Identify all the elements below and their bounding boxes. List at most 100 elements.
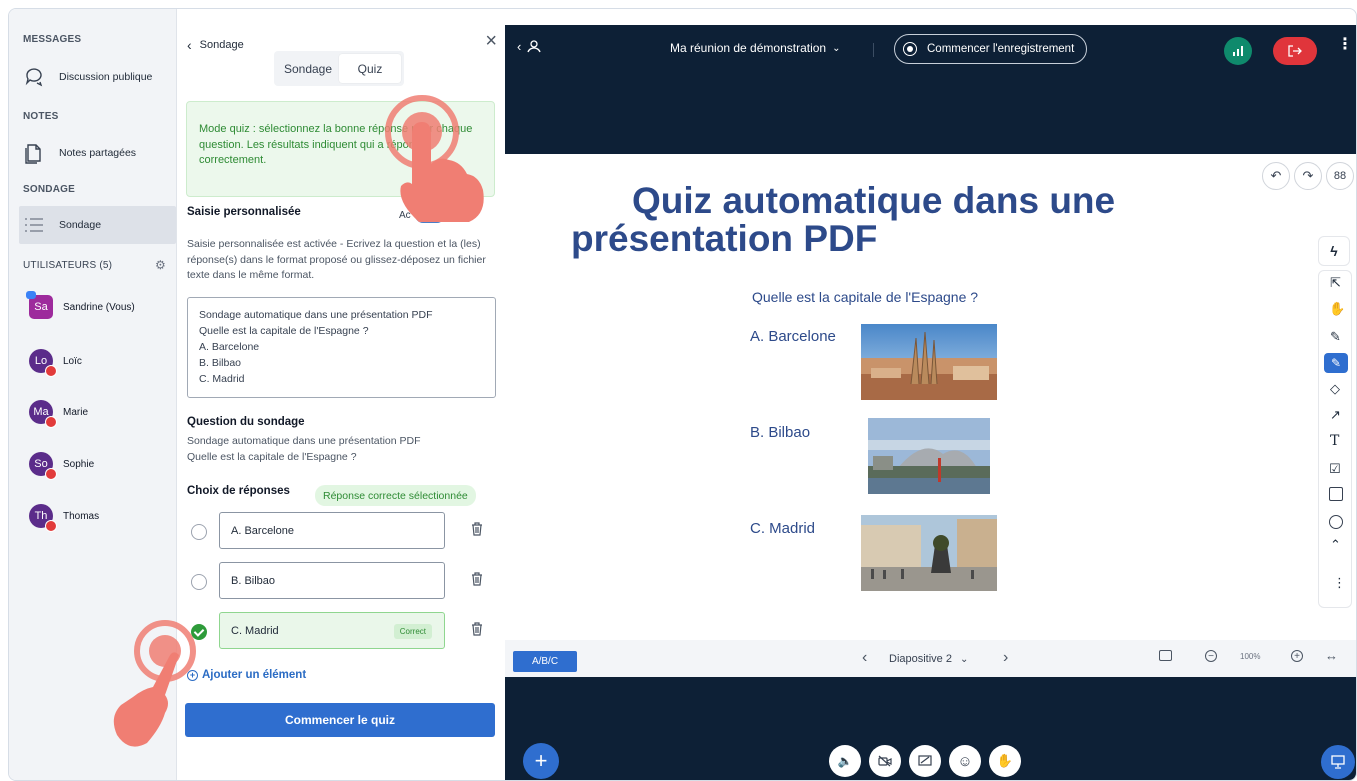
slide-option-c: C. Madrid	[750, 520, 816, 537]
eraser-icon[interactable]: ◇	[1330, 381, 1340, 397]
toggle-switch[interactable]	[414, 207, 445, 223]
record-button[interactable]: Commencer l'enregistrement	[894, 34, 1088, 64]
slide-controls: A/B/C ‹ Diapositive 2 ⌄ › − 100% + ↔	[505, 640, 1356, 677]
option-text: B. Bilbao	[231, 574, 276, 587]
sidebar-item-label: Sondage	[59, 219, 102, 231]
text-tool-icon[interactable]: T	[1330, 433, 1339, 449]
presentation-icon[interactable]	[1321, 745, 1355, 779]
question-line: Quelle est la capitale de l'Espagne ?	[187, 450, 357, 463]
sidebar-item-public-chat[interactable]: Discussion publique	[19, 58, 177, 96]
collapse-tools-icon[interactable]: ϟ	[1318, 236, 1350, 266]
avatar: Ma	[29, 400, 57, 428]
meeting-title-text: Ma réunion de démonstration	[670, 41, 827, 55]
user-name: Sophie	[63, 458, 95, 470]
avatar: Lo	[29, 349, 57, 377]
arrow-icon[interactable]: ↗	[1330, 407, 1341, 423]
option-radio[interactable]	[191, 524, 207, 540]
choices-label: Choix de réponses	[187, 485, 290, 497]
sidebar-item-label: Notes partagées	[59, 147, 137, 159]
emoji-icon[interactable]: ☺	[949, 745, 981, 777]
zoom-out-icon[interactable]: −	[1205, 650, 1217, 662]
mode-segmented-control: Sondage Quiz	[274, 51, 404, 86]
connection-status-icon[interactable]	[1224, 37, 1252, 65]
poll-panel: ‹ Sondage × Sondage Quiz Mode quiz : sél…	[177, 9, 505, 780]
undo-icon[interactable]: ↶	[1262, 162, 1290, 190]
prev-slide-icon[interactable]: ‹	[862, 649, 867, 667]
textarea-line: C. Madrid	[199, 373, 245, 385]
trash-icon[interactable]	[471, 622, 485, 638]
redo-icon[interactable]: ↷	[1294, 162, 1322, 190]
correct-badge: Correct	[393, 624, 432, 639]
custom-input-label: Saisie personnalisée	[187, 206, 301, 218]
question-text: Sondage automatique dans une présentatio…	[187, 434, 497, 465]
pen-icon[interactable]: ✎	[1324, 353, 1348, 373]
slide-title-line: Quiz automatique dans une	[632, 180, 1116, 221]
more-options-icon[interactable]: ⋮	[1337, 37, 1353, 53]
textarea-line: B. Bilbao	[199, 357, 242, 369]
raise-hand-icon[interactable]: ✋	[989, 745, 1021, 777]
more-tools-icon[interactable]: ⋮	[1333, 575, 1346, 591]
user-toggle-icon[interactable]: ‹	[517, 39, 521, 54]
answer-option: C. Madrid Correct	[187, 612, 497, 652]
option-radio-checked[interactable]	[191, 624, 207, 640]
leave-button[interactable]	[1273, 37, 1317, 65]
fit-slide-icon[interactable]	[1159, 650, 1172, 661]
audio-muted-icon[interactable]: 🔈	[829, 745, 861, 777]
user-item-sandrine[interactable]: Sa Sandrine (Vous)	[26, 291, 135, 319]
next-slide-icon[interactable]: ›	[1003, 649, 1008, 667]
start-quiz-button[interactable]: Commencer le quiz	[185, 703, 495, 737]
sidebar-item-shared-notes[interactable]: Notes partagées	[19, 134, 177, 172]
gear-icon[interactable]: ⚙	[155, 258, 166, 272]
actions-plus-button[interactable]: +	[523, 743, 559, 779]
rectangle-icon[interactable]	[1329, 487, 1343, 501]
muted-mic-icon	[45, 468, 57, 480]
textarea-line: A. Barcelone	[199, 341, 260, 353]
slide-selector[interactable]: Diapositive 2 ⌄	[889, 653, 968, 665]
camera-off-icon[interactable]	[869, 745, 901, 777]
user-item-marie[interactable]: Ma Marie	[29, 400, 88, 428]
slide-label: Diapositive 2	[889, 653, 952, 665]
option-input[interactable]: C. Madrid Correct	[219, 612, 445, 649]
add-item-button[interactable]: + Ajouter un élément	[187, 669, 306, 681]
tab-quiz[interactable]: Quiz	[339, 54, 401, 83]
trash-icon[interactable]	[471, 522, 485, 538]
zoom-in-icon[interactable]: +	[1291, 650, 1303, 662]
tab-poll[interactable]: Sondage	[277, 54, 339, 83]
custom-input-toggle[interactable]: Ac	[399, 207, 445, 223]
slide-title: Quiz automatique dans une présentation P…	[571, 182, 1115, 258]
action-bar: + 🔈 ☺ ✋	[505, 725, 1356, 780]
sidebar-item-poll[interactable]: Sondage	[19, 206, 176, 244]
panel-back-button[interactable]: ‹ Sondage	[187, 37, 244, 53]
custom-input-textarea[interactable]: Sondage automatique dans une présentatio…	[187, 297, 496, 398]
fit-width-icon[interactable]: ↔	[1325, 648, 1338, 663]
user-item-loic[interactable]: Lo Loïc	[29, 349, 82, 377]
avatar: Sa	[26, 291, 53, 319]
question-label: Question du sondage	[187, 416, 305, 428]
meeting-topbar: ‹ Ma réunion de démonstration ⌄ Commence…	[505, 25, 1356, 73]
trash-icon[interactable]	[471, 572, 485, 588]
list-icon	[19, 210, 49, 240]
sticky-note-icon[interactable]: ☑	[1329, 461, 1341, 477]
option-input[interactable]: B. Bilbao	[219, 562, 445, 599]
chevron-up-icon[interactable]: ⌃	[1330, 537, 1341, 553]
option-text: A. Barcelone	[231, 524, 294, 537]
divider	[873, 43, 874, 57]
select-icon[interactable]: ⇱	[1330, 275, 1341, 291]
slide-option-a: A. Barcelone	[750, 328, 836, 345]
hand-tool-icon[interactable]: ✋	[1329, 301, 1345, 317]
screen-share-icon[interactable]	[909, 745, 941, 777]
add-item-label: Ajouter un élément	[202, 669, 307, 681]
user-item-thomas[interactable]: Th Thomas	[29, 504, 99, 532]
pencil-icon[interactable]: ✎	[1330, 329, 1341, 345]
muted-mic-icon	[45, 520, 57, 532]
user-item-sophie[interactable]: So Sophie	[29, 452, 95, 480]
chat-icon	[19, 62, 49, 92]
close-icon[interactable]: ×	[485, 31, 497, 51]
option-input[interactable]: A. Barcelone	[219, 512, 445, 549]
option-radio[interactable]	[191, 574, 207, 590]
meeting-title[interactable]: Ma réunion de démonstration ⌄	[670, 41, 840, 55]
abc-button[interactable]: A/B/C	[513, 651, 577, 672]
circle-icon[interactable]	[1329, 515, 1343, 529]
multi-user-board-icon[interactable]: 88	[1326, 162, 1354, 190]
chevron-down-icon: ⌄	[959, 653, 969, 665]
